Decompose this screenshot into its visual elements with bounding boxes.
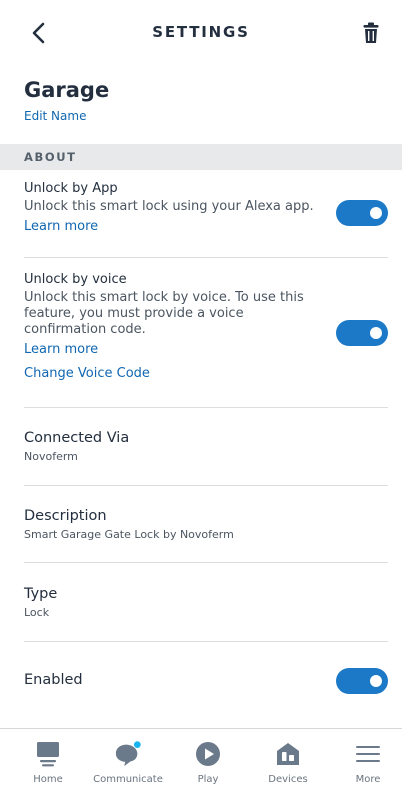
edit-name-link[interactable]: Edit Name (24, 109, 86, 123)
connected-via-value: Novoferm (24, 450, 78, 463)
description-value: Smart Garage Gate Lock by Novoferm (24, 528, 234, 541)
about-section-label: ABOUT (24, 150, 77, 164)
notification-dot (133, 741, 141, 749)
type-row: Type Lock (24, 586, 388, 619)
header-bar: SETTINGS (0, 0, 402, 66)
tab-play[interactable]: Play (168, 729, 248, 792)
unlock-by-voice-learn-more-link[interactable]: Learn more (24, 342, 98, 357)
chat-bubble-icon (114, 740, 142, 768)
divider (24, 641, 388, 642)
description-row: Description Smart Garage Gate Lock by No… (24, 508, 388, 541)
unlock-by-voice-row: Unlock by voice Unlock this smart lock b… (24, 272, 388, 357)
tab-more-label: More (355, 774, 381, 785)
trash-icon (363, 22, 379, 43)
tab-more[interactable]: More (328, 729, 402, 792)
divider (24, 485, 388, 486)
unlock-by-app-toggle[interactable] (336, 200, 388, 226)
unlock-by-voice-title: Unlock by voice (24, 272, 127, 287)
unlock-by-app-title: Unlock by App (24, 181, 118, 196)
delete-button[interactable] (356, 18, 386, 48)
unlock-by-voice-toggle[interactable] (336, 320, 388, 346)
bottom-tab-bar: Home Communicate Play Devices More (0, 728, 402, 792)
menu-icon (354, 740, 382, 768)
tab-home[interactable]: Home (8, 729, 88, 792)
toggle-knob (370, 327, 382, 339)
divider (24, 257, 388, 258)
home-icon (34, 740, 62, 768)
device-name: Garage (24, 78, 110, 102)
play-icon (194, 740, 222, 768)
enabled-title: Enabled (24, 672, 83, 688)
tab-communicate-label: Communicate (93, 774, 163, 785)
change-voice-code-link[interactable]: Change Voice Code (24, 366, 150, 381)
divider (24, 407, 388, 408)
toggle-knob (370, 675, 382, 687)
toggle-knob (370, 207, 382, 219)
type-title: Type (24, 586, 58, 602)
description-title: Description (24, 508, 107, 524)
connected-via-row: Connected Via Novoferm (24, 430, 388, 463)
tab-home-label: Home (33, 774, 63, 785)
unlock-by-app-row: Unlock by App Unlock this smart lock usi… (24, 181, 388, 234)
tab-communicate[interactable]: Communicate (88, 729, 168, 792)
devices-icon (274, 740, 302, 768)
tab-devices-label: Devices (268, 774, 308, 785)
unlock-by-voice-description: Unlock this smart lock by voice. To use … (24, 290, 304, 337)
connected-via-title: Connected Via (24, 430, 130, 446)
unlock-by-app-description: Unlock this smart lock using your Alexa … (24, 199, 314, 214)
tab-devices[interactable]: Devices (248, 729, 328, 792)
enabled-row: Enabled (24, 672, 388, 688)
enabled-toggle[interactable] (336, 668, 388, 694)
type-value: Lock (24, 606, 50, 619)
page-title: SETTINGS (152, 23, 250, 41)
divider (24, 562, 388, 563)
tab-play-label: Play (197, 774, 219, 785)
unlock-by-app-learn-more-link[interactable]: Learn more (24, 219, 98, 234)
about-section-header: ABOUT (0, 144, 402, 170)
